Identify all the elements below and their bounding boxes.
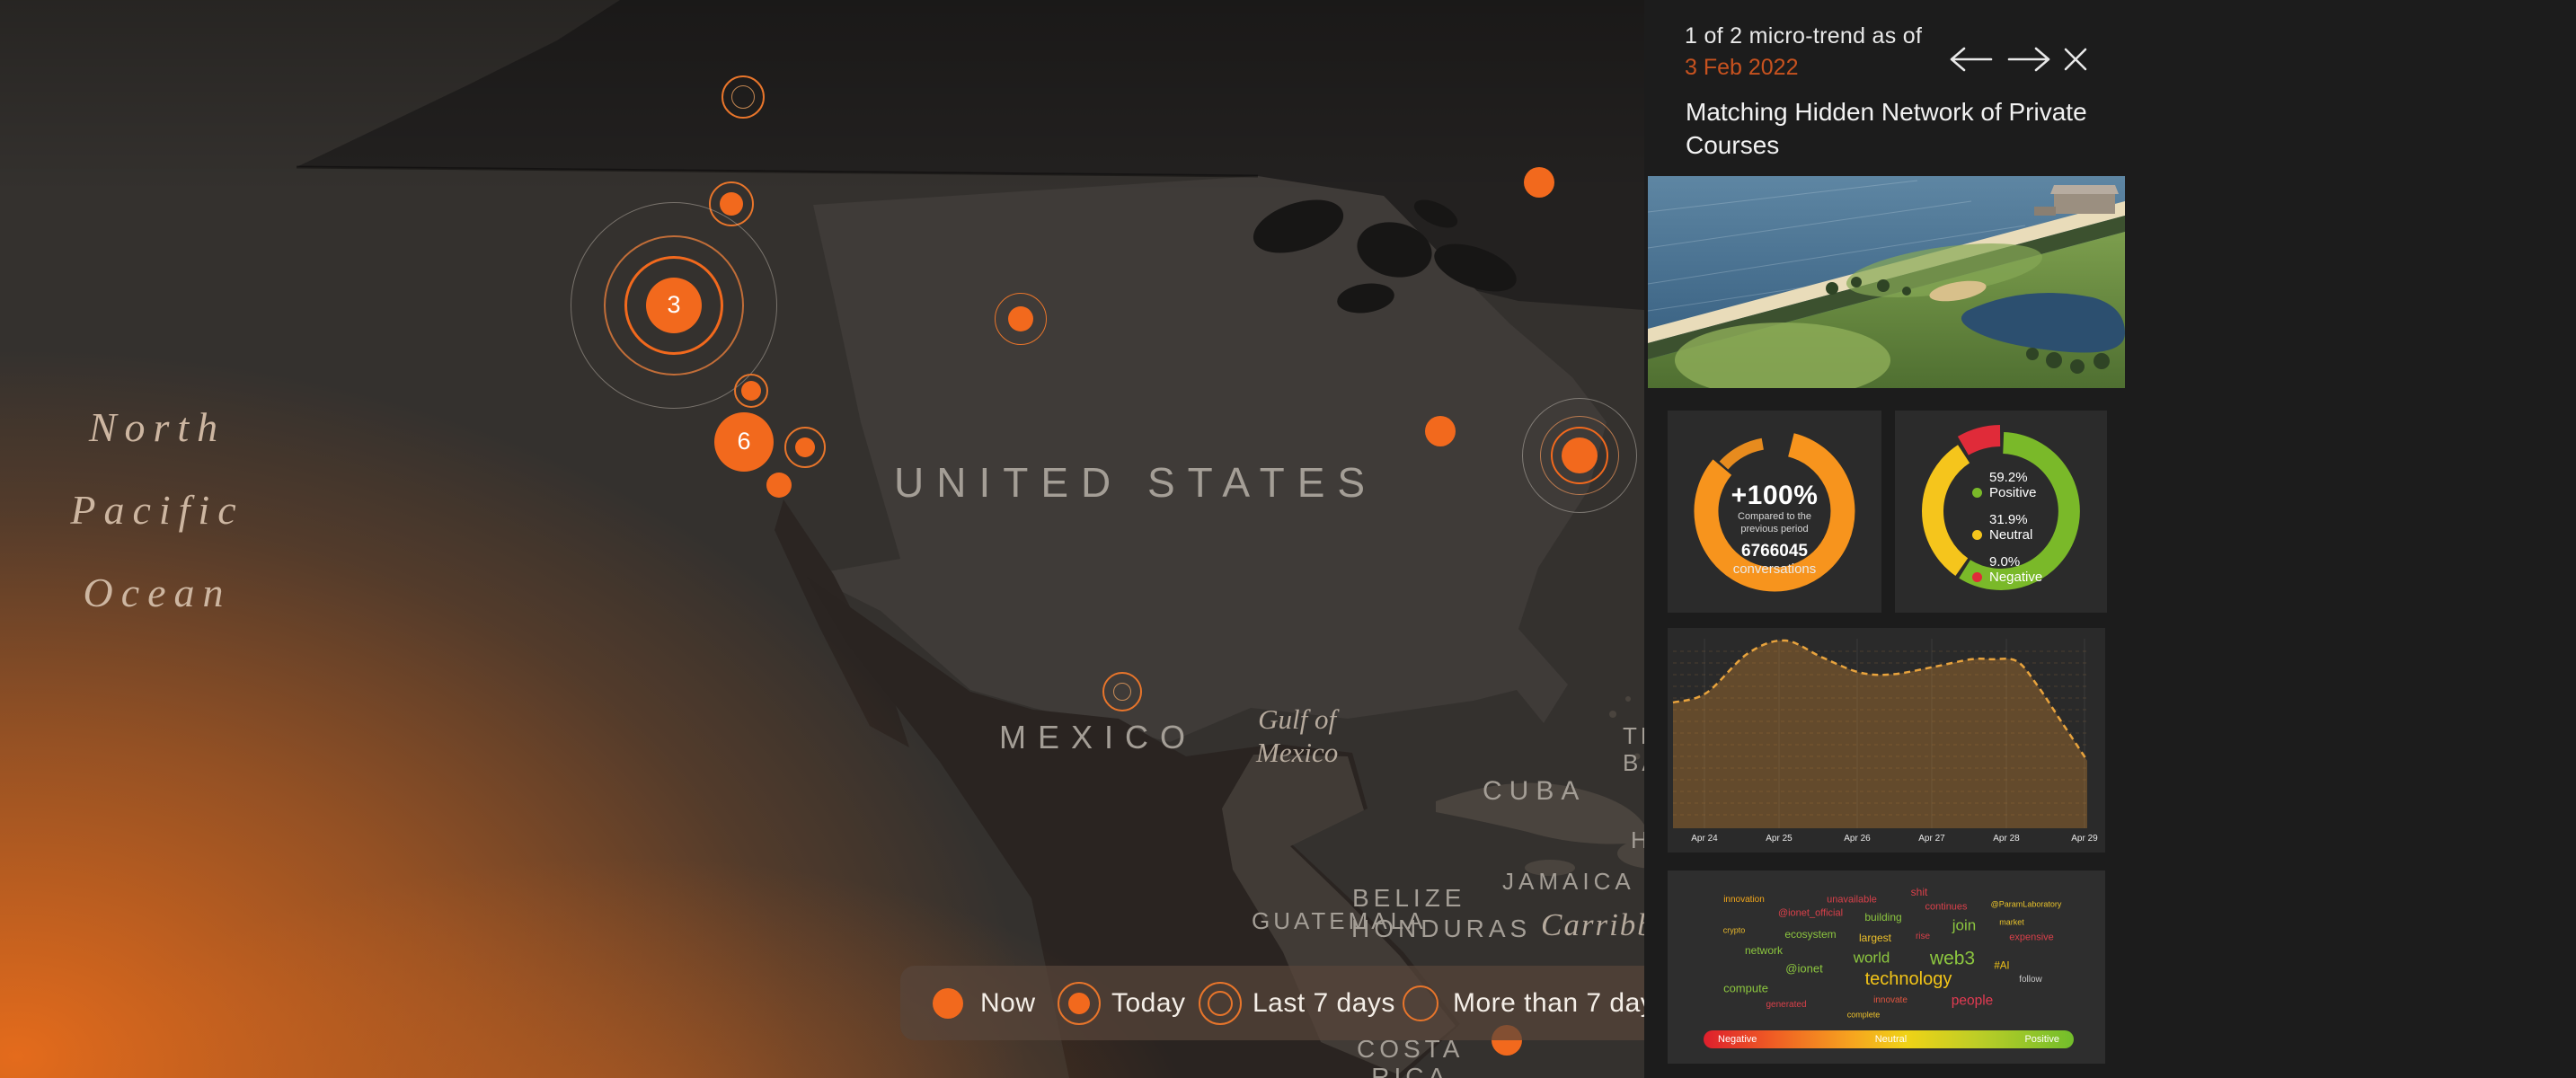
wordcloud-word: shit — [1911, 887, 1928, 897]
sentiment-entry-neutral: 31.9% Neutral — [1972, 512, 2042, 543]
x-tick: Apr 27 — [1918, 834, 1944, 844]
kpi-subtitle: previous period — [1668, 524, 1881, 535]
label-caribbean: Carribbean — [1541, 907, 1644, 943]
wordcloud-word: people — [1952, 994, 1994, 1008]
label-cuba: CUBA — [1483, 776, 1586, 807]
next-trend-button[interactable] — [2002, 41, 2058, 77]
map-marker-cluster-east[interactable] — [1523, 399, 1636, 512]
map-marker-last7-seattle[interactable] — [723, 77, 763, 117]
wordcloud-card: innovation unavailable shit continues @P… — [1668, 870, 2105, 1064]
x-tick: Apr 29 — [2071, 834, 2097, 844]
previous-trend-button[interactable] — [1943, 41, 1998, 77]
map-time-legend: Now Today Last 7 days More than 7 days a… — [900, 966, 1644, 1040]
close-panel-button[interactable] — [2059, 43, 2092, 75]
arrow-left-icon — [1943, 41, 1998, 77]
label-north-pacific-ocean: NorthPacificOcean — [45, 386, 270, 634]
last7-marker-icon — [1199, 983, 1241, 1024]
kpi-subtitle: Compared to the — [1668, 511, 1881, 522]
wordcloud-word: technology — [1865, 970, 1952, 988]
negative-dot-icon — [1972, 572, 1982, 582]
wordcloud-word: generated — [1766, 1001, 1806, 1010]
kpi-conversation-count: 6766045 — [1668, 542, 1881, 561]
legend-item-now: Now — [927, 966, 1036, 1040]
label-costa-rica: COSTARICA — [1357, 1035, 1464, 1078]
map-marker-now-midatlantic[interactable] — [1425, 416, 1456, 446]
cluster-count: 6 — [737, 428, 750, 455]
wordcloud-word: #AI — [1994, 961, 2009, 972]
wordcloud-word: building — [1864, 912, 1901, 923]
wordcloud-word: complete — [1847, 1012, 1881, 1020]
map-canvas[interactable]: NorthPacificOcean UNITED STATES MEXICO G… — [0, 0, 1644, 1078]
wordcloud-word: @ParamLaboratory — [1991, 901, 2062, 909]
scale-positive-label: Positive — [2024, 1034, 2059, 1045]
now-marker-icon — [927, 983, 969, 1024]
trend-title: Matching Hidden Network of Private Cours… — [1686, 95, 2108, 162]
wordcloud-word: join — [1952, 918, 1976, 933]
map-marker-now-northeast[interactable] — [1524, 167, 1554, 198]
label-the-bahamas: THEBAHAMAS — [1623, 722, 1644, 776]
wordcloud-word: follow — [2019, 976, 2042, 985]
map-marker-today-vegas[interactable] — [786, 429, 824, 466]
cluster-count: 3 — [667, 291, 680, 319]
area-chart — [1668, 628, 2105, 853]
wordcloud-word: web3 — [1930, 950, 1975, 968]
x-tick: Apr 24 — [1691, 834, 1717, 844]
label-gulf-of-mexico: Gulf ofMexico — [1256, 702, 1338, 769]
wordcloud-word: network — [1745, 945, 1783, 956]
map-marker-now-socal[interactable] — [766, 473, 792, 498]
wordcloud-word: @ionet_official — [1778, 909, 1843, 919]
pager-date: 3 Feb 2022 — [1685, 55, 1799, 81]
wordcloud-word: compute — [1723, 983, 1768, 994]
wordcloud-word: unavailable — [1827, 896, 1877, 906]
wordcloud-word: rise — [1916, 932, 1930, 941]
x-tick: Apr 25 — [1766, 834, 1792, 844]
arrow-right-icon — [2002, 41, 2058, 77]
map-marker-last7-mexico[interactable] — [1104, 674, 1140, 710]
trend-detail-panel: 1 of 2 micro-trend as of 3 Feb 2022 Matc… — [1644, 0, 2576, 1078]
legend-item-today: Today — [1058, 966, 1186, 1040]
kpi-change-value: +100% — [1668, 481, 1881, 511]
positive-dot-icon — [1972, 488, 1982, 498]
map-marker-cluster-california[interactable]: 6 — [714, 412, 774, 472]
sentiment-entry-positive: 59.2% Positive — [1972, 470, 2042, 500]
wordcloud-word: innovate — [1873, 996, 1908, 1005]
label-honduras: HONDURAS — [1351, 915, 1531, 943]
kpi-donut-card: +100% Compared to the previous period 67… — [1668, 411, 1881, 613]
map-marker-today-denver[interactable] — [996, 294, 1046, 344]
wordcloud-word: market — [1999, 919, 2024, 927]
label-united-states: UNITED STATES — [894, 458, 1377, 507]
today-marker-icon — [1058, 983, 1100, 1024]
older-marker-icon — [1400, 983, 1441, 1024]
label-jamaica: JAMAICA — [1502, 868, 1635, 896]
sentiment-scale-bar: Negative Neutral Positive — [1704, 1030, 2074, 1048]
legend-item-older: More than 7 days ago — [1400, 966, 1644, 1040]
wordcloud-word: ecosystem — [1784, 929, 1836, 940]
close-icon — [2059, 43, 2092, 75]
trend-photo — [1648, 176, 2125, 388]
scale-negative-label: Negative — [1718, 1034, 1757, 1045]
sentiment-donut-card: 59.2% Positive 31.9% Neutral 9.0% Negati… — [1895, 411, 2107, 613]
conversation-trend-chart-card: Apr 24 Apr 25 Apr 26 Apr 27 Apr 28 Apr 2… — [1668, 628, 2105, 853]
legend-item-last7: Last 7 days — [1199, 966, 1395, 1040]
label-haiti: HAITI — [1631, 826, 1644, 854]
map-marker-today-sacramento[interactable] — [736, 376, 766, 406]
label-mexico: MEXICO — [999, 719, 1197, 756]
kpi-unit-label: conversations — [1668, 561, 1881, 577]
wordcloud-word: continues — [1925, 903, 1967, 913]
wordcloud-word: crypto — [1723, 927, 1746, 935]
wordcloud-word: expensive — [2009, 933, 2054, 943]
sentiment-entry-negative: 9.0% Negative — [1972, 554, 2042, 585]
wordcloud-word: @ionet — [1785, 963, 1822, 975]
wordcloud-word: world — [1854, 950, 1890, 966]
scale-neutral-label: Neutral — [1875, 1034, 1907, 1045]
pager-text: 1 of 2 micro-trend as of — [1685, 23, 1922, 49]
x-tick: Apr 28 — [1993, 834, 2019, 844]
sentiment-legend: 59.2% Positive 31.9% Neutral 9.0% Negati… — [1972, 470, 2042, 596]
neutral-dot-icon — [1972, 530, 1982, 540]
wordcloud-word: largest — [1859, 932, 1891, 943]
wordcloud-word: innovation — [1723, 896, 1765, 905]
x-tick: Apr 26 — [1844, 834, 1870, 844]
